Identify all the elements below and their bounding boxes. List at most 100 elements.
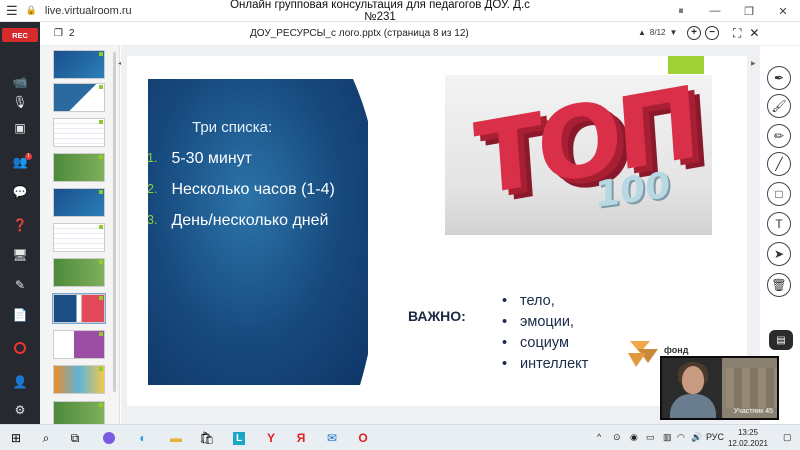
pointer-tool-icon[interactable]: ➤: [767, 242, 791, 266]
rec-indicator[interactable]: REC: [2, 28, 38, 42]
page-indicator: 8/12: [649, 28, 666, 37]
minimize-button[interactable]: —: [698, 5, 732, 17]
zoom-in-button[interactable]: +: [687, 26, 701, 40]
windows-start-icon[interactable]: ⊞: [7, 429, 25, 447]
participants-icon[interactable]: 👥 1: [0, 152, 40, 172]
task-view-icon[interactable]: ⧉: [66, 429, 84, 447]
clock[interactable]: 13:25 12.02.2021: [728, 427, 768, 449]
thumbnail[interactable]: [53, 83, 105, 112]
next-page-icon[interactable]: ▼: [670, 28, 678, 37]
thumbnails-toggle-icon[interactable]: ❐: [54, 28, 63, 39]
opera-icon[interactable]: O: [354, 429, 372, 447]
green-accent-tab: [668, 56, 704, 74]
microphone-icon[interactable]: 🎙: [0, 92, 40, 112]
participant-video[interactable]: Участник 45: [660, 356, 779, 420]
document-icon[interactable]: 📄: [0, 305, 40, 325]
thumbnail-current[interactable]: [52, 293, 106, 324]
important-label: ВАЖНО:: [408, 308, 466, 324]
lock-icon: 🔒: [25, 5, 37, 15]
text-tool-icon[interactable]: T: [767, 212, 791, 236]
pencil-icon[interactable]: ✎: [0, 275, 40, 295]
zoom-out-button[interactable]: −: [705, 26, 719, 40]
camera-icon[interactable]: 📹: [0, 72, 40, 92]
wifi-icon[interactable]: ◠: [677, 432, 685, 443]
thumbnail[interactable]: [53, 188, 105, 217]
close-button[interactable]: ✕: [766, 5, 800, 18]
participants-badge: 1: [25, 153, 32, 160]
menu-icon[interactable]: ☰: [6, 3, 18, 19]
fund-logo-icon: [628, 341, 658, 367]
mic-status-icon[interactable]: ⏸: [664, 5, 698, 18]
brush-tool-icon[interactable]: 🖌: [767, 94, 791, 118]
yandex-icon[interactable]: Я: [292, 429, 310, 447]
language-indicator[interactable]: РУС: [706, 432, 724, 442]
chat-toggle-button[interactable]: ▤: [769, 330, 793, 350]
list-item: интеллект: [502, 354, 588, 375]
slide: Три списка: 1. 5-30 минут 2. Несколько час…: [127, 56, 747, 406]
thumbnail[interactable]: [53, 365, 105, 394]
chat-icon[interactable]: 💬: [0, 182, 40, 202]
settings-icon[interactable]: ⚙: [0, 400, 40, 420]
screen-share-icon[interactable]: 🖥: [0, 245, 40, 265]
edge-icon[interactable]: ◐: [134, 429, 152, 447]
slide-numbered-list: 1. 5-30 минут 2. Несколько часов (1-4) 3. Д…: [147, 148, 352, 241]
line-tool-icon[interactable]: ╱: [767, 152, 791, 176]
page-title: Онлайн групповая консультация для педаго…: [230, 0, 530, 23]
video-background: [726, 368, 777, 408]
list-item: 3. День/несколько дней: [147, 212, 329, 229]
trash-tool-icon[interactable]: 🗑: [767, 273, 791, 297]
thumbnail[interactable]: [53, 330, 105, 359]
document-toolbar: ❐ 2 ДОУ_РЕСУРСЫ_с лого.pptx (страница 8 …: [40, 22, 800, 46]
search-icon[interactable]: ⌕: [37, 429, 55, 447]
clock-date: 12.02.2021: [727, 439, 768, 448]
video-person-face: [682, 366, 704, 394]
thumbnail[interactable]: [53, 401, 105, 424]
rectangle-tool-icon[interactable]: □: [767, 182, 791, 206]
thumbnail[interactable]: [53, 118, 105, 147]
prev-page-icon[interactable]: ▲: [638, 28, 646, 37]
list-item: эмоции,: [502, 312, 588, 333]
thumbnail[interactable]: [53, 258, 105, 287]
cortana-icon[interactable]: [100, 429, 118, 447]
left-sidebar: REC 📹 🎙 ▣ 👥 1 💬 ❓ 🖥 ✎ 📄 👤 ⚙: [0, 22, 40, 424]
marker-tool-icon[interactable]: ✏: [767, 124, 791, 148]
folder-icon[interactable]: ▬: [167, 429, 185, 447]
notifications-icon[interactable]: ▢: [783, 432, 792, 443]
yandex-browser-icon[interactable]: Y: [262, 429, 280, 447]
list-item: социум: [502, 333, 588, 354]
url-text[interactable]: live.virtualroom.ru: [45, 5, 132, 17]
mail-icon[interactable]: ✉: [323, 429, 341, 447]
collapse-right-icon[interactable]: ▶: [751, 60, 756, 67]
tray-app2-icon[interactable]: ◉: [630, 432, 638, 443]
top-100-image: ТОП 100: [445, 75, 712, 235]
browser-titlebar: ☰ 🔒 live.virtualroom.ru Онлайн групповая…: [0, 0, 800, 23]
document-title: ДОУ_РЕСУРСЫ_с лого.pptx (страница 8 из 1…: [250, 28, 469, 39]
contacts-icon[interactable]: ▣: [0, 118, 40, 138]
tray-app-icon[interactable]: ⊙: [613, 432, 621, 443]
thumbnails-panel[interactable]: [40, 46, 120, 424]
pen-tool-icon[interactable]: ✒: [767, 66, 791, 90]
battery-icon[interactable]: ▭: [646, 432, 655, 443]
network-icon[interactable]: ▥: [663, 432, 672, 443]
thumbnail[interactable]: [53, 50, 105, 79]
participant-label: Участник 45: [733, 408, 773, 415]
fit-screen-icon[interactable]: ⛶: [733, 26, 741, 41]
add-user-icon[interactable]: 👤: [0, 372, 40, 392]
thumb-count: 2: [68, 28, 75, 39]
tray-expand-icon[interactable]: ^: [597, 432, 601, 442]
video-person-body: [670, 394, 716, 418]
record-icon[interactable]: [0, 338, 40, 358]
volume-icon[interactable]: 🔊: [691, 432, 702, 443]
close-document-icon[interactable]: ✕: [749, 26, 759, 41]
windows-taskbar: ⊞ ⌕ ⧉ ◐ ▬ 🛍 L Y Я ✉ O ^ ⊙ ◉ ▭ ▥ ◠ 🔊 РУС …: [0, 424, 800, 450]
list-item: 1. 5-30 минут: [147, 150, 253, 167]
question-icon[interactable]: ❓: [0, 215, 40, 235]
store-icon[interactable]: 🛍: [198, 429, 216, 447]
restore-button[interactable]: ❐: [732, 5, 766, 18]
thumbnails-scrollbar[interactable]: [113, 52, 116, 392]
thumbnail[interactable]: [53, 153, 105, 182]
thumbnail[interactable]: [53, 223, 105, 252]
slide-heading: Три списка:: [192, 119, 273, 136]
list-item: тело,: [502, 291, 588, 312]
app-l-icon[interactable]: L: [230, 429, 248, 447]
